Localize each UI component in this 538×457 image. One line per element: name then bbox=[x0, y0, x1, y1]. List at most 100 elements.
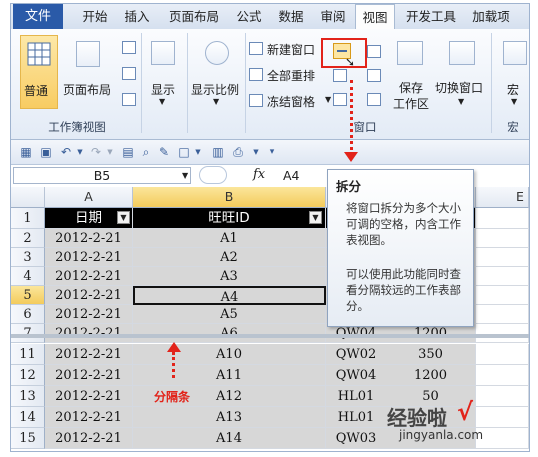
cell-date[interactable]: 2012-2-21 bbox=[45, 407, 133, 428]
cell-item-code[interactable]: HL01 bbox=[326, 407, 386, 428]
cell-wangwang-id[interactable]: A2 bbox=[133, 248, 326, 267]
row-header[interactable]: 5 bbox=[11, 286, 45, 305]
cell[interactable] bbox=[476, 248, 529, 267]
sync-scroll-icon[interactable] bbox=[367, 69, 381, 82]
row-header[interactable]: 15 bbox=[11, 428, 45, 449]
cell-item-code[interactable]: HL01 bbox=[326, 386, 386, 407]
row-header[interactable]: 12 bbox=[11, 365, 45, 386]
cell[interactable] bbox=[476, 344, 529, 365]
cell-wangwang-id[interactable]: A10 bbox=[133, 344, 326, 365]
reset-position-icon[interactable] bbox=[367, 93, 381, 106]
tab-review[interactable]: 审阅 bbox=[315, 4, 351, 29]
normal-view-button[interactable]: 普通 bbox=[20, 35, 58, 109]
select-all-corner[interactable] bbox=[11, 187, 45, 208]
chevron-down-icon[interactable]: ▼ bbox=[182, 168, 188, 183]
show-button[interactable]: 显示 ▼ bbox=[145, 35, 183, 109]
cell-wangwang-id[interactable]: A13 bbox=[133, 407, 326, 428]
page-layout-view-button[interactable]: 页面布局 bbox=[63, 35, 115, 109]
cell-item-code[interactable]: QW04 bbox=[326, 365, 386, 386]
tab-insert[interactable]: 插入 bbox=[119, 4, 155, 29]
chevron-down-icon[interactable]: ▼ bbox=[103, 145, 117, 159]
find-icon[interactable]: ⌕ bbox=[139, 145, 153, 159]
cell-date[interactable]: 2012-2-21 bbox=[45, 229, 133, 248]
formula-value[interactable]: A4 bbox=[283, 168, 300, 183]
tab-view[interactable]: 视图 bbox=[355, 4, 395, 30]
name-box[interactable]: B5 ▼ bbox=[13, 167, 191, 184]
tab-data[interactable]: 数据 bbox=[273, 4, 309, 29]
cell-amount[interactable]: 1200 bbox=[386, 365, 476, 386]
cell[interactable] bbox=[476, 267, 529, 286]
split-bar[interactable] bbox=[45, 334, 529, 338]
row-header[interactable]: 3 bbox=[11, 248, 45, 267]
split-bar-row-header[interactable] bbox=[11, 334, 45, 338]
row-header[interactable]: 4 bbox=[11, 267, 45, 286]
filter-dropdown-icon[interactable]: ▼ bbox=[309, 211, 322, 224]
customize-qat-icon[interactable]: ▾ bbox=[265, 145, 279, 159]
cell-date[interactable]: 2012-2-21 bbox=[45, 386, 133, 407]
cell-date[interactable]: 2012-2-21 bbox=[45, 365, 133, 386]
page-break-preview-icon[interactable] bbox=[122, 41, 136, 54]
macros-button[interactable]: 宏 ▼ bbox=[499, 35, 529, 109]
paste-icon[interactable]: ▥ bbox=[211, 145, 225, 159]
table-header-wangwang-id[interactable]: 旺旺ID ▼ bbox=[133, 208, 326, 229]
tab-home[interactable]: 开始 bbox=[77, 4, 113, 29]
filter-dropdown-icon[interactable]: ▼ bbox=[117, 211, 130, 224]
save-workspace-button[interactable]: 保存 工作区 bbox=[391, 35, 431, 111]
cell-date[interactable]: 2012-2-21 bbox=[45, 344, 133, 365]
cell[interactable] bbox=[476, 208, 529, 229]
undo-icon[interactable]: ↶ bbox=[59, 145, 73, 159]
cell[interactable] bbox=[476, 229, 529, 248]
cell-date[interactable]: 2012-2-21 bbox=[45, 267, 133, 286]
view-side-by-side-icon[interactable] bbox=[367, 45, 381, 58]
save-icon[interactable]: ▣ bbox=[39, 145, 53, 159]
tab-page-layout[interactable]: 页面布局 bbox=[163, 4, 225, 29]
full-screen-icon[interactable] bbox=[122, 93, 136, 106]
cell-wangwang-id[interactable]: A11 bbox=[133, 365, 326, 386]
column-header-e[interactable]: E bbox=[476, 187, 529, 208]
cell-wangwang-id[interactable]: A14 bbox=[133, 428, 326, 449]
print-preview-icon[interactable]: ▤ bbox=[121, 145, 135, 159]
cell[interactable] bbox=[476, 386, 529, 407]
row-header[interactable]: 13 bbox=[11, 386, 45, 407]
chevron-down-icon[interactable]: ▼ bbox=[249, 145, 263, 159]
fx-icon[interactable]: fx bbox=[253, 167, 265, 182]
cell[interactable] bbox=[476, 407, 529, 428]
zoom-button[interactable]: 显示比例 ▼ bbox=[191, 35, 243, 109]
cell[interactable] bbox=[476, 286, 529, 305]
row-header[interactable]: 1 bbox=[11, 208, 45, 229]
cell-date[interactable]: 2012-2-21 bbox=[45, 286, 133, 305]
row-header[interactable]: 14 bbox=[11, 407, 45, 428]
cell-item-code[interactable]: QW03 bbox=[326, 428, 386, 449]
tab-add-ins[interactable]: 加载项 bbox=[467, 4, 515, 29]
cell-item-code[interactable]: QW02 bbox=[326, 344, 386, 365]
shape-icon[interactable]: □ bbox=[177, 145, 191, 159]
cell-wangwang-id[interactable]: A5 bbox=[133, 305, 326, 324]
printer-icon[interactable]: ⎙ bbox=[231, 145, 245, 159]
cell-date[interactable]: 2012-2-21 bbox=[45, 248, 133, 267]
tab-formulas[interactable]: 公式 bbox=[231, 4, 267, 29]
cell-date[interactable]: 2012-2-21 bbox=[45, 305, 133, 324]
chevron-down-icon[interactable]: ▼ bbox=[73, 145, 87, 159]
cell[interactable] bbox=[476, 365, 529, 386]
tab-file[interactable]: 文件 bbox=[13, 4, 63, 29]
format-painter-icon[interactable]: ✎ bbox=[157, 145, 171, 159]
row-header[interactable]: 2 bbox=[11, 229, 45, 248]
cell-wangwang-id[interactable]: A1 bbox=[133, 229, 326, 248]
column-header-b[interactable]: B bbox=[133, 187, 326, 208]
cell-date[interactable]: 2012-2-21 bbox=[45, 428, 133, 449]
hide-window-icon[interactable] bbox=[333, 69, 347, 82]
chevron-down-icon[interactable]: ▼ bbox=[191, 145, 205, 159]
unhide-window-icon[interactable] bbox=[333, 93, 347, 106]
cell[interactable] bbox=[476, 305, 529, 324]
cell-amount[interactable]: 350 bbox=[386, 344, 476, 365]
cell[interactable] bbox=[476, 428, 529, 449]
column-header-a[interactable]: A bbox=[45, 187, 133, 208]
table-header-date[interactable]: 日期 ▼ bbox=[45, 208, 133, 229]
row-header[interactable]: 11 bbox=[11, 344, 45, 365]
row-header[interactable]: 6 bbox=[11, 305, 45, 324]
redo-icon[interactable]: ↷ bbox=[89, 145, 103, 159]
switch-windows-button[interactable]: 切换窗口 ▼ bbox=[435, 35, 487, 109]
tab-developer[interactable]: 开发工具 bbox=[401, 4, 461, 29]
cell-wangwang-id[interactable]: A3 bbox=[133, 267, 326, 286]
cell-wangwang-id[interactable]: A4 bbox=[133, 286, 326, 305]
